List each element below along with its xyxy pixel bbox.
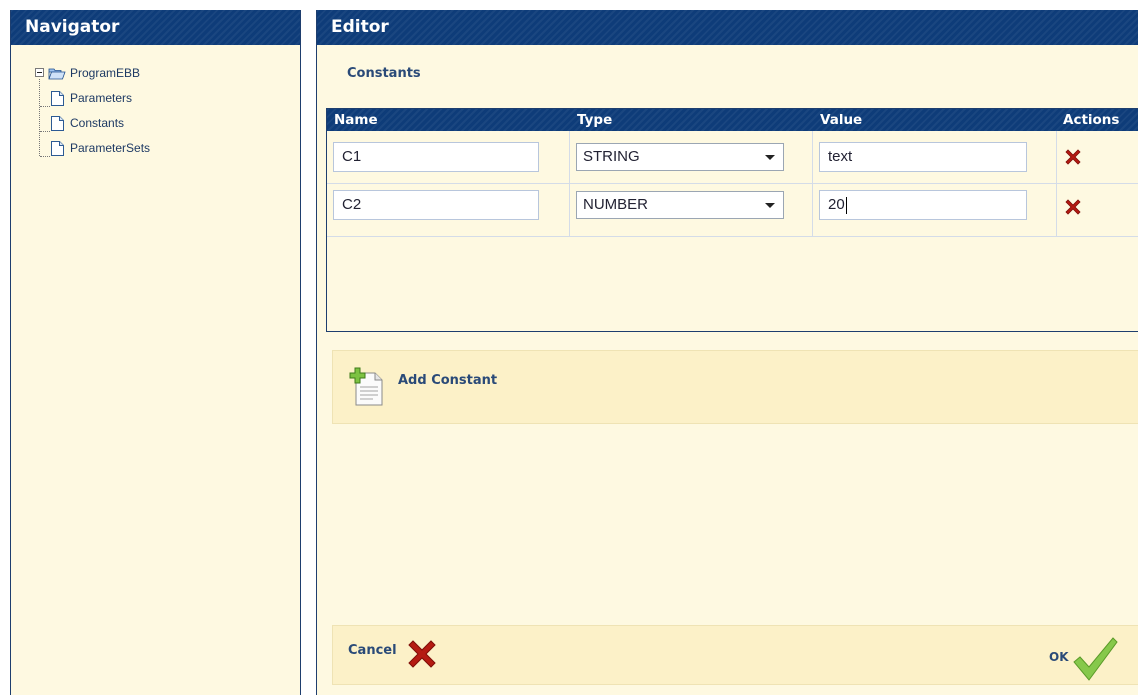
tree-node-parametersets[interactable]: ParameterSets: [51, 139, 150, 157]
table-cell: C2: [327, 184, 570, 236]
collapse-minus-icon[interactable]: [35, 68, 44, 77]
folder-open-icon: [48, 67, 66, 80]
text-cursor: [845, 196, 847, 214]
table-cell: NUMBER: [570, 184, 813, 236]
table-cell: text: [813, 131, 1057, 183]
type-select-value: STRING: [583, 148, 640, 165]
add-constant-label: Add Constant: [398, 373, 498, 388]
tree-connector-line: [40, 106, 50, 107]
add-constant-bar: Add Constant: [332, 350, 1138, 424]
tree-node-parameters[interactable]: Parameters: [51, 89, 132, 107]
ok-label: OK: [1049, 650, 1069, 664]
table-cell: [1057, 131, 1138, 183]
chevron-down-icon: [765, 155, 775, 160]
table-header: Name Type Value Actions: [327, 109, 1138, 131]
value-input-text: 20: [828, 196, 845, 213]
tree-node-label: Parameters: [70, 91, 133, 105]
tree-connector-line: [40, 156, 50, 157]
table-cell: [1057, 184, 1138, 236]
tree-node-label: ParameterSets: [70, 141, 151, 155]
column-header-name[interactable]: Name: [334, 109, 378, 131]
section-title: Constants: [347, 66, 421, 81]
table-row: C1 STRING text: [327, 131, 1138, 184]
table-cell: STRING: [570, 131, 813, 183]
chevron-down-icon: [765, 203, 775, 208]
tree-connector-line: [40, 131, 50, 132]
delete-x-icon[interactable]: [1063, 147, 1083, 171]
table-cell: 20: [813, 184, 1057, 236]
add-document-icon: [349, 367, 385, 411]
column-header-type[interactable]: Type: [577, 109, 612, 131]
value-input[interactable]: text: [819, 142, 1027, 172]
navigator-panel: Navigator ProgramEBB Parameters Constant…: [10, 10, 301, 695]
editor-panel: Editor Constants Name Type Value Actions…: [316, 10, 1138, 695]
value-input[interactable]: 20: [819, 190, 1027, 220]
tree-node-label: Constants: [70, 116, 125, 130]
tree-node-constants[interactable]: Constants: [51, 114, 124, 132]
add-constant-button[interactable]: Add Constant: [333, 351, 593, 423]
editor-header: Editor: [317, 10, 1138, 45]
tree-node-label: ProgramEBB: [70, 66, 141, 80]
file-icon: [51, 91, 64, 107]
ok-button[interactable]: OK: [1029, 626, 1138, 684]
tree-node-root[interactable]: ProgramEBB: [48, 64, 140, 82]
table-cell: C1: [327, 131, 570, 183]
name-input[interactable]: C1: [333, 142, 539, 172]
cancel-x-icon: [405, 637, 439, 675]
column-header-value[interactable]: Value: [820, 109, 862, 131]
delete-x-icon[interactable]: [1063, 197, 1083, 221]
navigator-tree: ProgramEBB Parameters Constants Paramete…: [11, 45, 300, 695]
file-icon: [51, 141, 64, 157]
constants-table: Name Type Value Actions C1 STRING text C…: [326, 108, 1138, 332]
tree-connector-line: [39, 79, 40, 156]
type-select-value: NUMBER: [583, 196, 649, 213]
name-input[interactable]: C2: [333, 190, 539, 220]
type-select[interactable]: NUMBER: [576, 191, 784, 219]
editor-footer: Cancel OK: [332, 625, 1138, 685]
cancel-label: Cancel: [348, 643, 397, 658]
checkmark-icon: [1071, 636, 1119, 686]
table-row: C2 NUMBER 20: [327, 184, 1138, 237]
file-icon: [51, 116, 64, 132]
column-header-actions[interactable]: Actions: [1063, 109, 1119, 131]
cancel-button[interactable]: Cancel: [333, 626, 453, 684]
navigator-header: Navigator: [11, 10, 300, 45]
type-select[interactable]: STRING: [576, 143, 784, 171]
